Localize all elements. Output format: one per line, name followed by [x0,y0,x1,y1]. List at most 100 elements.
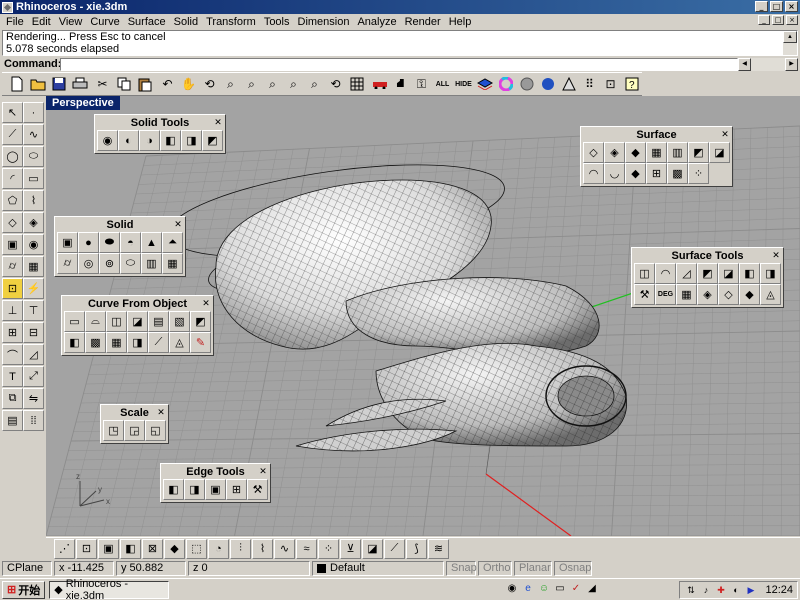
rotate-view-icon[interactable]: ⟲ [199,74,220,95]
hide-button[interactable]: HIDE [453,74,474,95]
surface-points-icon[interactable]: ◇ [583,142,604,163]
pull-icon[interactable]: ◪ [127,311,148,332]
join-icon[interactable]: ⊞ [2,322,23,343]
box-icon[interactable]: ▣ [2,234,23,255]
smooth-icon[interactable]: ◔ [208,538,229,559]
options-icon[interactable]: ⊡ [600,74,621,95]
fair-icon[interactable]: ⌇ [252,538,273,559]
create-uv-icon[interactable]: ◨ [127,332,148,353]
dimension-icon[interactable]: ⠿ [579,74,600,95]
offset-icon[interactable]: ⤢ [23,366,44,387]
ellipse-icon[interactable]: ⬭ [23,146,44,167]
rectangle-icon[interactable]: ▭ [23,168,44,189]
cap-icon[interactable]: ◧ [160,130,181,151]
extrude-icon[interactable]: ◈ [23,212,44,233]
surface-from-points-icon[interactable]: ◇ [2,212,23,233]
edit-surface-icon[interactable]: ◬ [760,284,781,305]
torus-icon[interactable]: ⬭ [120,253,141,274]
menu-tools[interactable]: Tools [260,16,294,28]
command-input[interactable] [60,57,738,71]
paste-icon[interactable] [134,74,155,95]
surface-heightfield-icon[interactable]: ▩ [667,163,688,184]
fit-curve-icon[interactable]: ∿ [274,538,295,559]
light-icon[interactable] [558,74,579,95]
merge-surface-icon[interactable]: ◨ [760,263,781,284]
boolean-icon[interactable]: ◉ [23,234,44,255]
palette-close-icon[interactable]: ✕ [720,130,730,140]
match-surface-icon[interactable]: ◧ [739,263,760,284]
pipe-icon[interactable]: ⊚ [99,253,120,274]
pan-hand-icon[interactable]: ✋ [178,74,199,95]
palette-close-icon[interactable]: ✕ [173,220,183,230]
wave-icon[interactable]: ≋ [428,538,449,559]
array-icon[interactable]: ⁞⁞ [23,410,44,431]
fillet-icon[interactable]: ⌒ [2,344,23,365]
cut-icon[interactable]: ✂ [92,74,113,95]
extract-wireframe-icon[interactable]: ▦ [106,332,127,353]
surface-sweep-icon[interactable]: ◩ [688,142,709,163]
menu-help[interactable]: Help [445,16,476,28]
surface-edge-icon[interactable]: ◈ [604,142,625,163]
sphere-icon[interactable]: ● [78,232,99,253]
project-icon[interactable]: ◫ [106,311,127,332]
insert-knot-icon[interactable]: ▣ [98,538,119,559]
shrink-surface-icon[interactable]: ◇ [718,284,739,305]
menu-solid[interactable]: Solid [170,16,202,28]
surface-planar-icon[interactable]: ◆ [625,142,646,163]
ortho-toggle[interactable]: Ortho [478,561,512,576]
simplify-icon[interactable]: ⟋ [384,538,405,559]
tray-network-icon[interactable]: ⇅ [684,584,697,597]
surface-points-grid-icon[interactable]: ⁘ [688,163,709,184]
extract-surface-icon[interactable]: ◨ [181,130,202,151]
lightning-icon[interactable]: ⚡ [23,278,44,299]
snap-toggle[interactable]: Snap [446,561,477,576]
tray-volume-icon[interactable]: ♪ [699,584,712,597]
rebuild-surface-icon[interactable]: ⚒ [634,284,655,305]
change-curve-degree-icon[interactable]: ≈ [296,538,317,559]
extract-isocurve-icon[interactable]: ▩ [85,332,106,353]
maximize-button[interactable]: □ [770,1,783,12]
surface-grid-icon[interactable]: ⊞ [646,163,667,184]
contour-icon[interactable]: ▤ [148,311,169,332]
edit-weight-icon[interactable]: ◆ [164,538,185,559]
menu-render[interactable]: Render [401,16,445,28]
polygon-icon[interactable]: ⬠ [2,190,23,211]
tray-app-icon[interactable]: ◐ [729,584,742,597]
slab-icon[interactable]: ▦ [162,253,183,274]
car-select-icon[interactable] [369,74,390,95]
show-edges-icon[interactable]: ◧ [163,479,184,500]
scale-2d-icon[interactable]: ◲ [124,420,145,441]
open-folder-icon[interactable] [27,74,48,95]
menu-file[interactable]: File [2,16,28,28]
offset-surface-curve-icon[interactable]: ◬ [169,332,190,353]
rebuild-curve-icon[interactable]: ⫶ [230,538,251,559]
doc-minimize-button[interactable]: _ [758,15,770,25]
chamfer-icon[interactable]: ◿ [23,344,44,365]
copy-object-icon[interactable]: ⧉ [2,388,23,409]
cylinder-icon[interactable]: ⌭ [2,256,23,277]
render-sphere-icon[interactable] [537,74,558,95]
text-icon[interactable]: T [2,366,23,387]
menu-analyze[interactable]: Analyze [353,16,400,28]
scale-3d-icon[interactable]: ◳ [103,420,124,441]
polyline-icon[interactable]: ⟋ [2,124,23,145]
palette-close-icon[interactable]: ✕ [213,118,223,128]
messenger-icon[interactable]: ☺ [537,582,551,596]
freeform-icon[interactable]: ⌇ [23,190,44,211]
ellipsoid-icon[interactable]: ⬬ [99,232,120,253]
surface-patch-icon[interactable]: ◡ [604,163,625,184]
chamfer-surface-icon[interactable]: ◿ [676,263,697,284]
silhouette-icon[interactable]: ◩ [190,311,211,332]
zoom-extents-icon[interactable]: ⌕ [262,74,283,95]
palette-close-icon[interactable]: ✕ [771,251,781,261]
extend-surface-icon[interactable]: ◫ [634,263,655,284]
blend-curve-icon[interactable]: ⟋ [148,332,169,353]
menu-edit[interactable]: Edit [28,16,55,28]
taskbar-item-rhinoceros[interactable]: ◆ Rhinoceros - xie.3dm [49,578,170,600]
doc-close-button[interactable]: × [786,15,798,25]
layer-icon[interactable] [474,74,495,95]
history-scrollbar[interactable]: ▲ [783,31,797,55]
merge-edge-icon[interactable]: ▣ [205,479,226,500]
shade-sphere-icon[interactable] [516,74,537,95]
start-button[interactable]: ⊞ 开始 [2,580,46,599]
